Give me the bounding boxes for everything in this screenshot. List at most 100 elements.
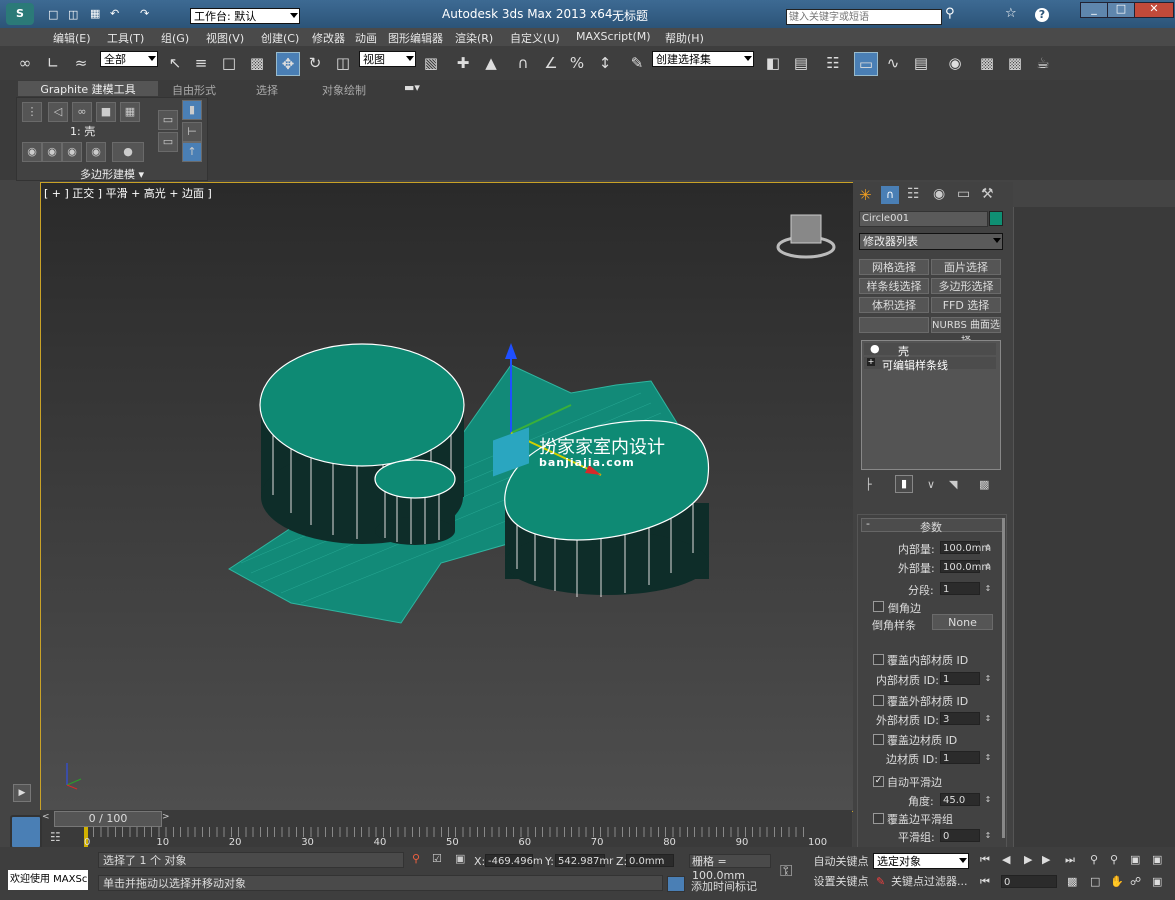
current-frame-field[interactable]: 0 (1001, 875, 1057, 888)
search-icon[interactable]: ⚲ (945, 6, 955, 21)
add-time-tag-label[interactable]: 添加时间标记 (691, 878, 757, 894)
override-edge-checkbox[interactable] (873, 734, 884, 745)
maximize-viewport-icon[interactable]: ▣ (1152, 875, 1162, 888)
select-scale-icon[interactable]: ◫ (332, 52, 354, 74)
element-mode-button[interactable]: ▦ (120, 102, 140, 122)
menu-graph-editors[interactable]: 图形编辑器 (388, 30, 443, 46)
ribbon-side-3-button[interactable]: ▮ (182, 100, 202, 120)
zoom-extents-all-icon[interactable]: ▣ (1152, 853, 1162, 866)
menu-maxscript[interactable]: MAXScript(M) (576, 30, 651, 43)
time-tag-icon[interactable] (667, 876, 685, 892)
ffd-select-button[interactable]: FFD 选择 (931, 297, 1001, 313)
open-file-icon[interactable]: ◫ (68, 8, 78, 21)
lock-selection-icon[interactable]: ☑ (432, 852, 442, 865)
save-icon[interactable]: ▦ (90, 7, 100, 20)
time-slider[interactable]: 0 / 100 (54, 811, 162, 827)
close-button[interactable]: ✕ (1134, 2, 1174, 18)
inner-amount-spinner[interactable]: 100.0mm (940, 541, 991, 554)
menu-create[interactable]: 创建(C) (261, 30, 299, 46)
modify-tab-icon[interactable]: ∩ (881, 186, 899, 204)
stack-item-editable-spline[interactable]: + 可编辑样条线 (864, 357, 996, 372)
select-manipulate-icon[interactable]: ✚ (452, 52, 474, 74)
bevel-edges-checkbox[interactable] (873, 601, 884, 612)
search-input[interactable] (786, 9, 942, 25)
percent-snap-icon[interactable]: % (566, 52, 588, 74)
viewport-expand-button[interactable]: ▶ (13, 784, 31, 802)
inner-mat-spinner[interactable]: 1 (940, 672, 980, 685)
align-icon[interactable]: ▤ (790, 52, 812, 74)
perspective-viewport[interactable]: 扮家家室内设计 banjiajia.com (40, 182, 854, 812)
render-setup-icon[interactable]: ▩ (976, 52, 998, 74)
vertex-mode-button[interactable]: ⋮ (22, 102, 42, 122)
x-coordinate-field[interactable]: -469.496m (485, 854, 543, 867)
edit-named-selection-icon[interactable]: ✎ (626, 52, 648, 74)
absolute-mode-icon[interactable]: ▣ (455, 852, 465, 865)
override-smooth-checkbox[interactable] (873, 813, 884, 824)
menu-rendering[interactable]: 渲染(R) (455, 30, 493, 46)
zoom-extents-icon[interactable]: ▣ (1130, 853, 1140, 866)
poly-select-button[interactable]: 多边形选择 (931, 278, 1001, 294)
menu-views[interactable]: 视图(V) (206, 30, 244, 46)
ribbon-options-icon[interactable]: ▬▾ (404, 81, 420, 94)
modifier-list-select[interactable]: 修改器列表 (859, 233, 1003, 250)
mesh-select-button[interactable]: 网格选择 (859, 259, 929, 275)
maximize-button[interactable]: □ (1107, 2, 1135, 18)
menu-customize[interactable]: 自定义(U) (510, 30, 560, 46)
segments-spinner[interactable]: 1 (940, 582, 980, 595)
panel-scrollbar[interactable] (1002, 518, 1005, 838)
ribbon-side-2-button[interactable]: ▭ (158, 132, 178, 152)
zoom-icon[interactable]: ⚲ (1090, 853, 1098, 866)
patch-select-button[interactable]: 面片选择 (931, 259, 1001, 275)
ribbon-tool-2-button[interactable]: ◉ (42, 142, 62, 162)
ribbon-tool-5-button[interactable]: ● (112, 142, 144, 162)
region-zoom-icon[interactable]: □ (1090, 875, 1100, 888)
new-file-icon[interactable]: □ (48, 8, 58, 21)
expand-icon[interactable]: + (867, 358, 875, 366)
select-object-icon[interactable]: ↖ (164, 52, 186, 74)
bind-space-warp-icon[interactable]: ≈ (70, 52, 92, 74)
menu-help[interactable]: 帮助(H) (665, 30, 704, 46)
goto-start-icon[interactable]: ⏮ (980, 853, 990, 867)
pan-icon[interactable]: ✋ (1110, 875, 1124, 888)
key-mode-toggle-icon[interactable]: ⏮ (980, 875, 990, 889)
lightbulb-icon[interactable]: ● (870, 342, 880, 355)
layer-manager-icon[interactable]: ☷ (822, 52, 844, 74)
ribbon-tab-freeform[interactable]: 自由形式 (172, 82, 216, 97)
hierarchy-tab-icon[interactable]: ☷ (907, 186, 920, 202)
override-outer-checkbox[interactable] (873, 695, 884, 706)
edge-mat-spinner[interactable]: 1 (940, 751, 980, 764)
mirror-icon[interactable]: ◧ (762, 52, 784, 74)
z-coordinate-field[interactable]: 0.0mm (626, 854, 674, 867)
graphite-toggle-icon[interactable]: ▭ (854, 52, 878, 76)
keyboard-shortcut-icon[interactable]: ▲ (480, 52, 502, 74)
time-slider-prev[interactable]: < (42, 812, 52, 824)
outer-mat-spinner[interactable]: 3 (940, 712, 980, 725)
motion-tab-icon[interactable]: ◉ (933, 186, 945, 202)
angle-snap-icon[interactable]: ∠ (540, 52, 562, 74)
display-tab-icon[interactable]: ▭ (957, 186, 970, 202)
pivot-center-icon[interactable]: ▧ (420, 52, 442, 74)
ribbon-tool-1-button[interactable]: ◉ (22, 142, 42, 162)
rect-selection-icon[interactable]: □ (218, 52, 240, 74)
border-mode-button[interactable]: ∞ (72, 102, 92, 122)
stack-item-shell[interactable]: ● 壳 (864, 342, 996, 358)
named-selection-select[interactable]: 创建选择集 (652, 51, 754, 67)
rendered-frame-icon[interactable]: ▩ (1004, 52, 1026, 74)
select-rotate-icon[interactable]: ↻ (304, 52, 326, 74)
ribbon-side-5-button[interactable]: ↑ (182, 142, 202, 162)
app-logo-icon[interactable]: S (6, 3, 34, 25)
ribbon-tool-3-button[interactable]: ◉ (62, 142, 82, 162)
spline-select-button[interactable]: 样条线选择 (859, 278, 929, 294)
zoom-all-icon[interactable]: ⚲ (1110, 853, 1118, 866)
workspace-select[interactable]: 工作台: 默认 (190, 8, 300, 24)
edge-mode-button[interactable]: ◁ (48, 102, 68, 122)
spinner-arrows-icon[interactable]: ↕ (983, 712, 993, 725)
ribbon-panel-label[interactable]: 多边形建模 ▾ (80, 166, 144, 182)
polygon-mode-button[interactable]: ■ (96, 102, 116, 122)
modifier-stack[interactable]: ● 壳 + 可编辑样条线 (861, 340, 1001, 470)
volume-select-button[interactable]: 体积选择 (859, 297, 929, 313)
unlink-icon[interactable]: ∟ (42, 52, 64, 74)
selection-filter-select[interactable]: 全部 (100, 51, 158, 67)
render-production-icon[interactable]: ☕ (1032, 52, 1054, 74)
auto-key-button[interactable]: 自动关键点 (812, 854, 870, 870)
